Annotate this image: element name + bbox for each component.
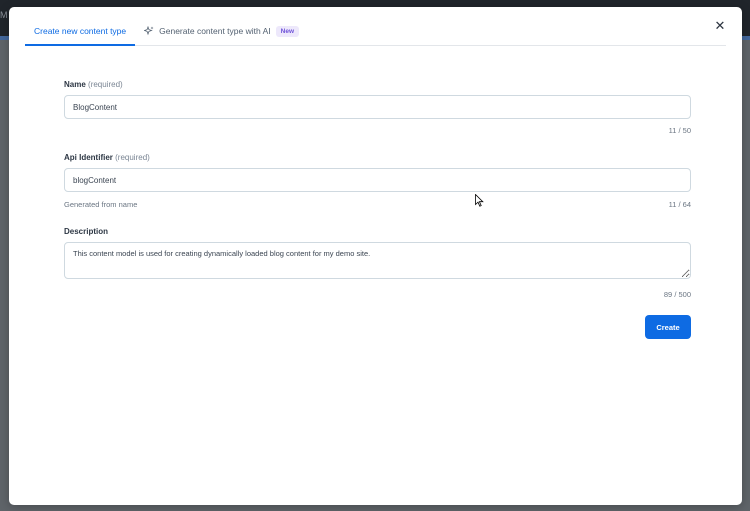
tab-label: Create new content type [34, 26, 127, 36]
api-identifier-label: Api Identifier (required) [64, 153, 150, 162]
name-char-counter: 11 / 50 [668, 126, 691, 135]
required-indicator: (required) [115, 153, 150, 162]
create-button[interactable]: Create [645, 315, 691, 339]
name-label: Name (required) [64, 80, 123, 89]
required-indicator: (required) [88, 80, 123, 89]
modal-tabs: Create new content type Generate content… [25, 21, 726, 46]
tab-generate-with-ai[interactable]: Generate content type with AI New [135, 21, 308, 46]
create-content-type-modal: Create new content type Generate content… [9, 7, 742, 505]
new-badge: New [275, 26, 300, 37]
sparkle-icon [144, 26, 154, 36]
api-identifier-char-counter: 11 / 64 [668, 200, 691, 209]
name-label-text: Name [64, 80, 86, 89]
tab-create-new-content-type[interactable]: Create new content type [25, 21, 136, 46]
description-label: Description [64, 227, 109, 236]
app-logo-text: M [0, 10, 8, 20]
api-identifier-input[interactable] [64, 168, 691, 192]
mouse-cursor-icon [475, 194, 484, 207]
name-input[interactable] [64, 95, 691, 119]
tab-label: Generate content type with AI [159, 26, 271, 36]
description-textarea[interactable]: This content model is used for creating … [64, 242, 691, 279]
description-char-counter: 89 / 500 [663, 290, 691, 299]
api-identifier-label-text: Api Identifier [64, 153, 113, 162]
api-identifier-hint: Generated from name [64, 200, 138, 209]
close-icon[interactable]: ✕ [714, 19, 726, 32]
